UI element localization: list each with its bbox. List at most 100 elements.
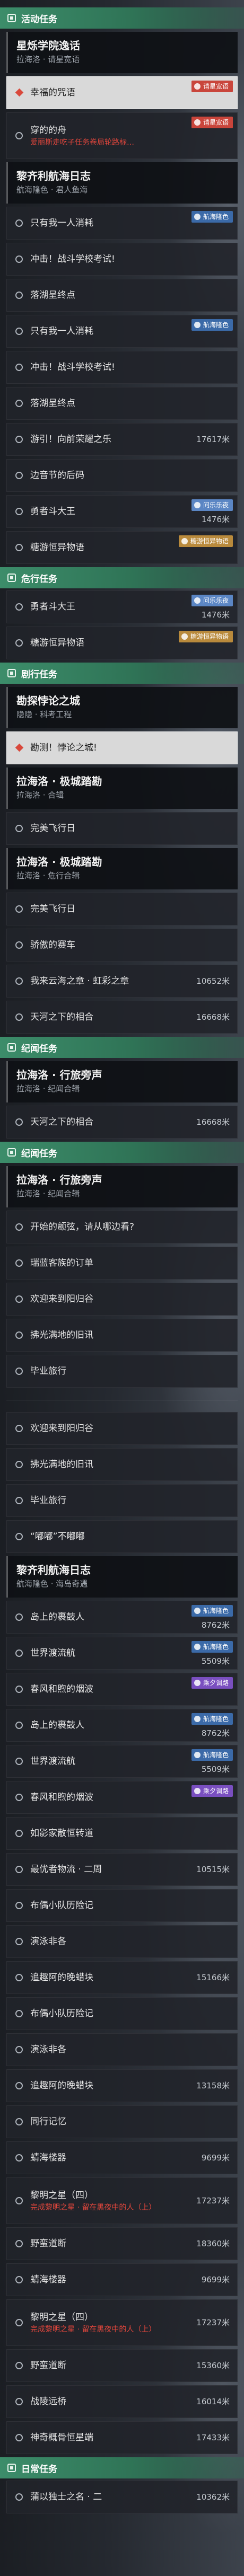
quest-group[interactable]: 拉海洛 · 极城踏勘 拉海洛 · 危行合辑 [6, 848, 238, 889]
quest-group[interactable]: 拉海洛 · 极城踏勘 拉海洛 · 合辑 [6, 767, 238, 809]
quest-item[interactable]: 冲击！战斗学校考试! [6, 351, 238, 384]
quest-item[interactable]: 神奇概骨恒星端 17433米 [6, 2421, 238, 2454]
quest-item[interactable]: 黎明之星（四） 完成黎明之星 · 留在黑夜中的人（上） 17237米 [6, 2299, 238, 2346]
quest-tag[interactable]: 请星宽语 [191, 81, 233, 92]
quest-item[interactable]: 岛上的裹鼓人 航海隆色 8762米 [6, 1601, 238, 1634]
quest-group-title: 拉海洛 · 极城踏勘 [16, 775, 102, 788]
quest-item[interactable]: 穿的的舟 爱丽斯走吃子任务卷局轮路标… 请星宽语 [6, 112, 238, 159]
quest-item[interactable]: 完美飞行日 [6, 893, 238, 925]
quest-title: 蜻海楼器 [30, 2152, 66, 2163]
quest-item[interactable]: 布偶小队历险记 [6, 1997, 238, 2030]
quest-item[interactable]: 世界渡流航 航海隆色 5509米 [6, 1637, 238, 1670]
quest-tag[interactable]: 航海隆色 [191, 319, 233, 331]
quest-item-selected[interactable]: 幸福的咒语 请星宽语 [6, 76, 238, 109]
quest-title: 开始的颤弦，请从哪边看? [30, 1222, 135, 1232]
quest-group[interactable]: 拉海洛 · 行旅旁声 拉海洛 · 纪闻合辑 [6, 1166, 238, 1207]
quest-tag[interactable]: 乘夕调路 [191, 1677, 233, 1689]
quest-item[interactable]: 如影家散恒转道 [6, 1817, 238, 1850]
quest-item[interactable]: 拂光满地的旧讯 [6, 1448, 238, 1481]
quest-item[interactable]: 最优者物流 · 二周 10515米 [6, 1853, 238, 1886]
quest-group[interactable]: 黎齐利航海日志 航海隆色 · 君人鱼海 [6, 162, 238, 204]
quest-text: 蜻海楼器 [30, 2142, 163, 2174]
quest-item[interactable]: “嘟嘟”不嘟嘟 [6, 1520, 238, 1553]
quest-item[interactable]: 落湖呈终点 [6, 279, 238, 312]
quest-text: 追趣阿的晚蜡块 [30, 1962, 163, 1993]
quest-item[interactable]: 野蛮道断 18360米 [6, 2227, 238, 2260]
quest-tag[interactable]: 糖游恒异物语 [178, 631, 233, 642]
category-label: 日常任务 [21, 2464, 57, 2475]
quest-item[interactable]: 我来云海之章 · 虹彩之章 10652米 [6, 965, 238, 998]
quest-circle-icon [15, 941, 23, 949]
quest-item[interactable]: 勇者斗大王 问乐乐夜 1476米 [6, 495, 238, 528]
quest-group[interactable]: 勘探悖论之城 隐隐 · 科考工程 [6, 687, 238, 728]
quest-item[interactable]: 勇者斗大王 问乐乐夜 1476米 [6, 590, 238, 623]
quest-item[interactable]: 毕业旅行 [6, 1484, 238, 1517]
quest-title: 演泳非各 [30, 2044, 66, 2055]
quest-item[interactable]: 欢迎来到阳归谷 [6, 1412, 238, 1445]
category-header[interactable]: 剧行任务 [0, 663, 244, 684]
quest-text: 拂光满地的旧讯 [30, 1449, 163, 1480]
quest-group[interactable]: 星烁学院逸话 拉海洛 · 请星宽语 [6, 32, 238, 73]
quest-item[interactable]: 蜻海楼器 9699米 [6, 2141, 238, 2174]
quest-item[interactable]: 毕业旅行 [6, 1355, 238, 1388]
quest-item[interactable]: 欢迎来到阳归谷 [6, 1283, 238, 1316]
quest-tag[interactable]: 航海隆色 [191, 1605, 233, 1617]
quest-text: 落湖呈终点 [30, 279, 163, 311]
quest-item[interactable]: 瑞蓝客族的订单 [6, 1247, 238, 1280]
category-header[interactable]: 危行任务 [0, 567, 244, 588]
quest-item[interactable]: 落湖呈终点 [6, 387, 238, 420]
quest-item[interactable]: 蜻海楼器 9699米 [6, 2263, 238, 2296]
quest-item[interactable]: 春风和煦的烟波 乘夕调路 [6, 1781, 238, 1814]
quest-item[interactable]: 糖游恒异物语 糖游恒异物语 [6, 627, 238, 659]
quest-item[interactable]: 战陵远桥 16014米 [6, 2385, 238, 2418]
quest-item[interactable]: 开始的颤弦，请从哪边看? [6, 1211, 238, 1243]
quest-tag[interactable]: 航海隆色 [191, 1713, 233, 1725]
quest-item[interactable]: 边音节的后码 [6, 459, 238, 492]
quest-item[interactable]: 野蛮道断 15360米 [6, 2349, 238, 2382]
quest-circle-icon [15, 1938, 23, 1945]
quest-tag[interactable]: 航海隆色 [191, 1641, 233, 1653]
quest-item[interactable]: 只有我一人消耗 航海隆色 [6, 315, 238, 348]
quest-tag[interactable]: 请星宽语 [191, 117, 233, 128]
quest-tag[interactable]: 乘夕调路 [191, 1785, 233, 1797]
quest-circle-icon [15, 1794, 23, 1801]
quest-tag[interactable]: 航海隆色 [191, 1749, 233, 1761]
quest-item[interactable]: 同行记忆 [6, 2105, 238, 2138]
quest-text: 幸福的咒语 [30, 77, 163, 109]
category-header[interactable]: 纪闻任务 [0, 1142, 244, 1163]
quest-item[interactable]: 游引！向前荣耀之乐 17617米 [6, 423, 238, 456]
quest-circle-icon [15, 1295, 23, 1303]
category-header[interactable]: 日常任务 [0, 2457, 244, 2478]
quest-item[interactable]: 天河之下的相合 16668米 [6, 1106, 238, 1139]
quest-item[interactable]: 拂光满地的旧讯 [6, 1319, 238, 1352]
quest-item[interactable]: 布偶小队历险记 [6, 1889, 238, 1922]
quest-item[interactable]: 黎明之星（四） 完成黎明之星 · 留在黑夜中的人（上） 17237米 [6, 2177, 238, 2224]
quest-item[interactable]: 追趣阿的晚蜡块 13158米 [6, 2069, 238, 2102]
quest-text: 黎明之星（四） 完成黎明之星 · 留在黑夜中的人（上） [30, 2300, 163, 2345]
quest-text: 瑞蓝客族的订单 [30, 1247, 163, 1279]
quest-item[interactable]: 骄傲的赛车 [6, 929, 238, 961]
quest-tag[interactable]: 问乐乐夜 [191, 595, 233, 606]
category-header[interactable]: 活动任务 [0, 7, 244, 29]
quest-tag[interactable]: 问乐乐夜 [191, 499, 233, 511]
quest-item[interactable]: 蒲以独士之名 · 二 10362米 [6, 2481, 238, 2513]
quest-item[interactable]: 岛上的裹鼓人 航海隆色 8762米 [6, 1709, 238, 1742]
quest-item[interactable]: 冲击！战斗学校考试! [6, 243, 238, 276]
quest-item[interactable]: 只有我一人消耗 航海隆色 [6, 207, 238, 240]
quest-group[interactable]: 拉海洛 · 行旅旁声 拉海洛 · 纪闻合辑 [6, 1061, 238, 1102]
quest-group[interactable]: 黎齐利航海日志 航海隆色 · 海岛奇遇 [6, 1556, 238, 1598]
quest-tag[interactable]: 航海隆色 [191, 211, 233, 223]
quest-text: 落湖呈终点 [30, 387, 163, 419]
quest-item[interactable]: 演泳非各 [6, 2033, 238, 2066]
category-header[interactable]: 纪闻任务 [0, 1037, 244, 1058]
quest-text: 勇者斗大王 [30, 591, 163, 623]
quest-item-selected[interactable]: 勘测！悖论之城! [6, 731, 238, 764]
quest-item[interactable]: 世界渡流航 航海隆色 5509米 [6, 1745, 238, 1778]
quest-item[interactable]: 完美飞行日 [6, 812, 238, 845]
quest-item[interactable]: 春风和煦的烟波 乘夕调路 [6, 1673, 238, 1706]
quest-item[interactable]: 演泳非各 [6, 1925, 238, 1958]
quest-item[interactable]: 糖游恒异物语 糖游恒异物语 [6, 531, 238, 564]
quest-item[interactable]: 追趣阿的晚蜡块 15166米 [6, 1961, 238, 1994]
quest-item[interactable]: 天河之下的相合 16668米 [6, 1001, 238, 1034]
quest-tag[interactable]: 糖游恒异物语 [178, 535, 233, 547]
